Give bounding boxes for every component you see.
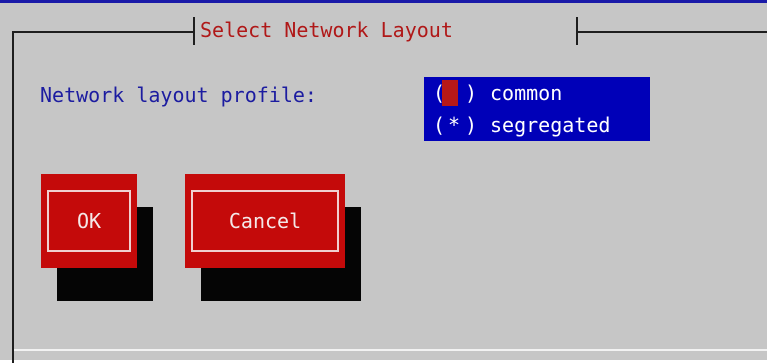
- cancel-button-label: Cancel: [191, 190, 339, 252]
- radio-bracket-close: ): [465, 81, 478, 105]
- dialog-frame-top-border-left: [12, 31, 195, 33]
- dialog-frame-top-border-right: [578, 31, 767, 33]
- dialog-title: Select Network Layout: [200, 18, 453, 42]
- radio-bracket-close: ): [465, 113, 478, 137]
- cancel-button[interactable]: Cancel: [185, 174, 345, 268]
- radio-option-common[interactable]: ( ) common: [424, 77, 650, 109]
- radio-option-segregated[interactable]: ( * ) segregated: [424, 109, 650, 141]
- title-divider-left: [193, 17, 195, 45]
- radio-option-label: common: [490, 81, 563, 105]
- title-divider-right: [576, 17, 578, 45]
- terminal-screen: Select Network Layout Network layout pro…: [0, 0, 767, 363]
- radio-option-label: segregated: [490, 113, 611, 137]
- dialog-frame-left-border: [12, 31, 14, 363]
- radio-mark-segregated: *: [447, 113, 461, 137]
- network-layout-radio-list[interactable]: ( ) common ( * ) segregated: [424, 77, 650, 141]
- network-layout-profile-label: Network layout profile:: [40, 83, 317, 107]
- ok-button[interactable]: OK: [41, 174, 137, 268]
- dialog-frame-bottom-border: [14, 349, 767, 351]
- ok-button-label: OK: [47, 190, 131, 252]
- radio-mark-common: [443, 77, 465, 109]
